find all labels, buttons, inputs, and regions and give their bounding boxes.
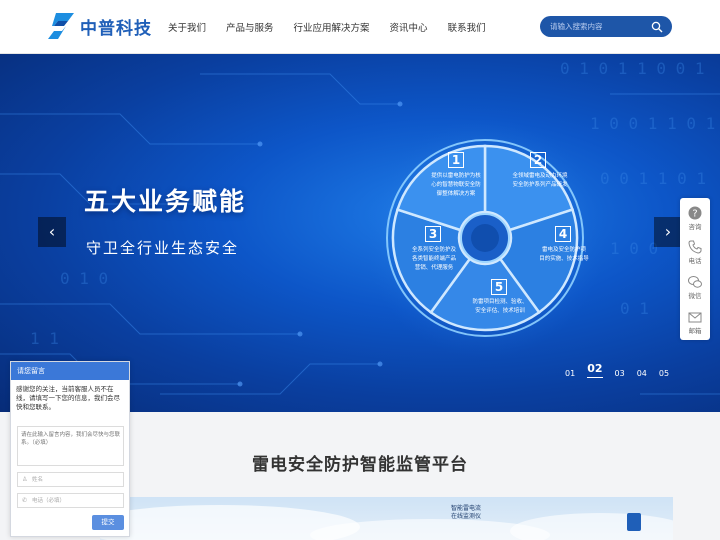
side-label-wechat: 微信 (688, 292, 702, 300)
logo-icon (48, 13, 74, 39)
carousel-dot-01[interactable]: 01 (565, 369, 575, 378)
svg-text:0 1 0 1 1 0 0 1: 0 1 0 1 1 0 0 1 (560, 59, 705, 78)
brand-name: 中普科技 (80, 18, 152, 39)
user-icon: ♙ (22, 476, 28, 483)
chat-message: 感谢您的关注，当前客服人员不在线，请填写一下您的信息，我们会尽快和您联系。 (16, 385, 120, 411)
segment-3-text: 全系列安全防护及 各类智能终端产品 营销、代理服务 (411, 247, 456, 271)
search-icon[interactable] (651, 21, 663, 33)
carousel-dot-04[interactable]: 04 (637, 369, 647, 378)
question-icon: ? (688, 206, 702, 220)
svg-text:0 0 1 1 0 1: 0 0 1 1 0 1 (600, 169, 706, 188)
phone-icon (688, 240, 702, 254)
side-item-wechat[interactable]: 微信 (680, 275, 710, 300)
nav-item-contact[interactable]: 联系我们 (448, 20, 486, 34)
phone-input[interactable] (32, 496, 120, 506)
message-textarea[interactable] (17, 426, 124, 466)
segment-5-text: 防雷项目检测、验收、 安全评估、技术培训 (472, 299, 528, 314)
hero-subtitle: 守卫全行业生态安全 (86, 239, 240, 257)
side-item-consult[interactable]: ? 咨询 (680, 206, 710, 231)
svg-text:?: ? (692, 209, 697, 220)
side-item-mail[interactable]: 邮箱 (680, 310, 710, 335)
platform-preview-image: 智能雷电流 在线监测仪 (100, 497, 673, 540)
carousel-dot-03[interactable]: 03 (615, 369, 625, 378)
segment-4-number: 4 (555, 226, 571, 242)
floating-contact-panel: ? 咨询 电话 微信 邮箱 (680, 198, 710, 340)
carousel-next-button[interactable]: › (654, 217, 682, 247)
hero-banner: 0 1 0 1 1 0 0 1 1 0 0 1 1 0 1 0 0 1 1 0 … (0, 54, 720, 412)
carousel-dot-02[interactable]: 02 (587, 362, 603, 378)
segment-2-number: 2 (530, 152, 546, 168)
segment-1-number: 1 (448, 152, 464, 168)
side-item-phone[interactable]: 电话 (680, 240, 710, 265)
nav-item-solutions[interactable]: 行业应用解决方案 (294, 20, 370, 34)
hero-title: 五大业务赋能 (84, 187, 247, 216)
segment-1-text: 提供以雷电防护为核 心的智慧物联安全防 御整体解决方案 (431, 173, 481, 197)
chat-title[interactable]: 请您留言 (11, 362, 129, 380)
hero-background: 0 1 0 1 1 0 0 1 1 0 0 1 1 0 1 0 0 1 1 0 … (0, 59, 720, 395)
side-label-consult: 咨询 (688, 223, 702, 231)
nav-item-about[interactable]: 关于我们 (168, 20, 206, 34)
device-icon (627, 513, 641, 531)
wechat-icon (688, 276, 702, 288)
svg-text:1 0 0: 1 0 0 (610, 239, 658, 258)
name-input[interactable] (32, 475, 120, 485)
svg-text:1 0 0 1 1 0 1: 1 0 0 1 1 0 1 (590, 114, 715, 133)
side-label-phone: 电话 (688, 257, 702, 265)
segment-2-text: 全领域雷电及动力环境 安全防护系列产品研发 (512, 173, 568, 188)
carousel-pagination: 01 02 03 04 05 (565, 362, 681, 378)
svg-text:0 1: 0 1 (620, 299, 649, 318)
search-bar (540, 16, 672, 37)
segment-5-number: 5 (491, 279, 507, 295)
search-input[interactable] (550, 19, 646, 34)
svg-text:1 1: 1 1 (30, 329, 59, 348)
segment-4-text: 雷电及安全防护项 目的实施、技术指导 (539, 247, 589, 262)
carousel-prev-button[interactable]: ‹ (38, 217, 66, 247)
preview-sky (100, 505, 673, 540)
name-field: ♙ (17, 472, 124, 487)
carousel-dot-05[interactable]: 05 (659, 369, 669, 378)
submit-button[interactable]: 提交 (92, 515, 124, 530)
mail-icon (688, 312, 702, 323)
phone-field: ✆ (17, 493, 124, 508)
nav-item-news[interactable]: 资讯中心 (390, 20, 428, 34)
nav-item-products[interactable]: 产品与服务 (226, 20, 274, 34)
preview-label: 智能雷电流 在线监测仪 (451, 505, 482, 520)
site-header: 中普科技 关于我们 产品与服务 行业应用解决方案 资讯中心 联系我们 (0, 0, 720, 54)
brand-logo[interactable]: 中普科技 (48, 13, 152, 39)
segment-3-number: 3 (425, 226, 441, 242)
phone-field-icon: ✆ (22, 497, 28, 504)
svg-text:0 1 0: 0 1 0 (60, 269, 108, 288)
main-nav: 关于我们 产品与服务 行业应用解决方案 资讯中心 联系我们 (168, 20, 506, 34)
side-label-mail: 邮箱 (688, 327, 702, 335)
leave-message-widget: 请您留言 感谢您的关注，当前客服人员不在线，请填写一下您的信息，我们会尽快和您联… (10, 361, 130, 537)
